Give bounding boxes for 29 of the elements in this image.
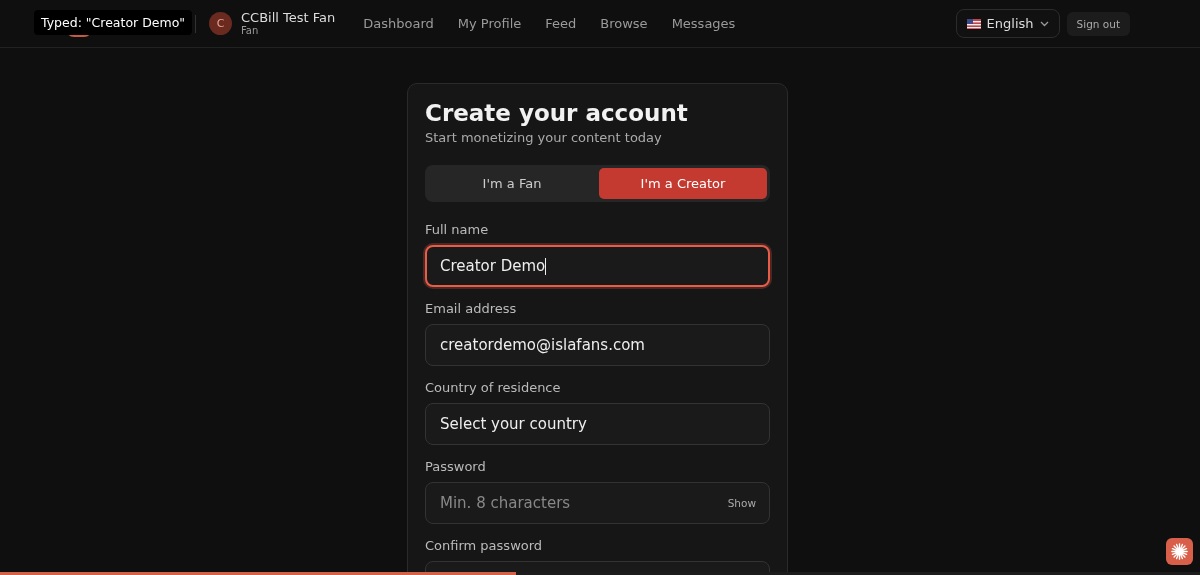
user-name: CCBill Test Fan [241, 10, 336, 26]
nav-link[interactable]: Messages [659, 16, 748, 31]
typed-tooltip: Typed: "Creator Demo" [34, 9, 193, 35]
country-select[interactable]: Select your country [425, 403, 770, 445]
sign-out-button[interactable]: Sign out [1066, 11, 1130, 36]
show-password-toggle[interactable]: Show [727, 497, 756, 509]
nav-link[interactable]: My Profile [445, 16, 534, 31]
form-title: Create your account [425, 100, 689, 126]
sparkle-button[interactable] [1166, 538, 1193, 565]
nav-link[interactable]: Feed [533, 16, 589, 31]
field-label: Email address [425, 301, 518, 316]
field-label: Country of residence [425, 380, 562, 395]
input-field[interactable]: creatordemo@islafans.com [425, 324, 770, 366]
password-field[interactable]: Min. 8 characters Show [425, 482, 770, 524]
nav-link[interactable]: Browse [588, 16, 660, 31]
language-selector[interactable]: English [955, 9, 1060, 38]
field-label: Password [425, 459, 487, 474]
input-field[interactable]: Creator Demo [425, 245, 770, 287]
field-label: Confirm password [425, 538, 544, 553]
user-role: Fan [241, 25, 260, 37]
nav-link[interactable]: Dashboard [351, 16, 446, 31]
account-type-tab[interactable]: I'm a Creator [599, 168, 767, 199]
user-avatar: C [209, 12, 232, 35]
field-label: Full name [425, 222, 490, 237]
sparkle-icon [1171, 543, 1188, 560]
flag-icon [966, 18, 981, 29]
account-type-tab[interactable]: I'm a Fan [428, 168, 596, 199]
caret-icon [1039, 20, 1049, 27]
form-subtitle: Start monetizing your content today [425, 130, 663, 145]
